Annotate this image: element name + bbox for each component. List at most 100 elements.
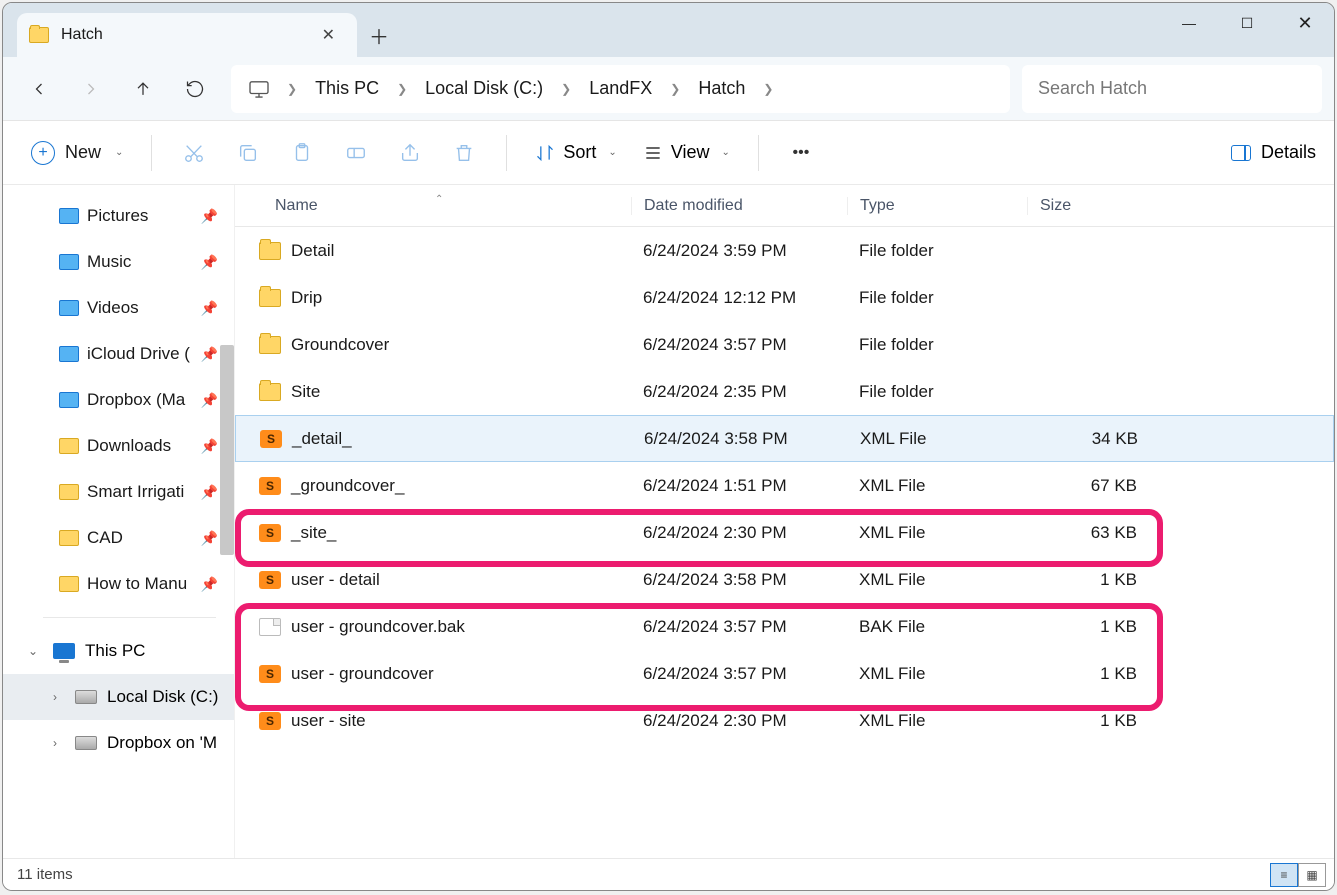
breadcrumb-item[interactable]: This PC bbox=[305, 74, 389, 103]
col-header-type[interactable]: Type bbox=[847, 197, 1027, 215]
file-type: File folder bbox=[847, 382, 1027, 402]
expand-icon[interactable]: ⌄ bbox=[23, 644, 43, 658]
folder-icon bbox=[59, 346, 79, 362]
file-date: 6/24/2024 2:30 PM bbox=[631, 523, 847, 543]
file-type: BAK File bbox=[847, 617, 1027, 637]
sidebar-item[interactable]: Smart Irrigati 📌 bbox=[3, 469, 234, 515]
maximize-button[interactable]: ☐ bbox=[1218, 3, 1276, 43]
file-row[interactable]: S_detail_6/24/2024 3:58 PMXML File34 KB bbox=[235, 415, 1334, 462]
chevron-icon[interactable]: ❯ bbox=[668, 82, 682, 96]
expand-icon[interactable]: › bbox=[45, 736, 65, 750]
details-label: Details bbox=[1261, 142, 1316, 163]
sidebar-item[interactable]: CAD📌 bbox=[3, 515, 234, 561]
search-input[interactable]: Search Hatch bbox=[1022, 65, 1322, 113]
sidebar-item[interactable]: How to Manu📌 bbox=[3, 561, 234, 607]
folder-icon bbox=[59, 254, 79, 270]
disk-icon bbox=[75, 736, 97, 750]
file-row[interactable]: Groundcover6/24/2024 3:57 PMFile folder bbox=[235, 321, 1334, 368]
thumbnails-view-button[interactable]: ▦ bbox=[1298, 863, 1326, 887]
tree-item[interactable]: › Local Disk (C:) bbox=[3, 674, 234, 720]
sidebar-item-label: Smart Irrigati bbox=[87, 482, 184, 502]
file-row[interactable]: Suser - site6/24/2024 2:30 PMXML File1 K… bbox=[235, 697, 1334, 744]
minimize-button[interactable]: — bbox=[1160, 3, 1218, 43]
file-row[interactable]: S_groundcover_6/24/2024 1:51 PMXML File6… bbox=[235, 462, 1334, 509]
file-row[interactable]: Detail6/24/2024 3:59 PMFile folder bbox=[235, 227, 1334, 274]
file-date: 6/24/2024 3:58 PM bbox=[632, 429, 848, 449]
sort-button[interactable]: Sort ⌄ bbox=[525, 136, 626, 169]
share-button[interactable] bbox=[386, 133, 434, 173]
tab-close-button[interactable]: ✕ bbox=[314, 21, 343, 49]
back-button[interactable] bbox=[15, 65, 63, 113]
details-view-button[interactable]: ≡ bbox=[1270, 863, 1298, 887]
tree-item[interactable]: ›Dropbox on 'M bbox=[3, 720, 234, 766]
file-row[interactable]: S_site_6/24/2024 2:30 PMXML File63 KB bbox=[235, 509, 1334, 556]
breadcrumb-item[interactable]: LandFX bbox=[579, 74, 662, 103]
file-type: File folder bbox=[847, 335, 1027, 355]
file-name: user - groundcover bbox=[291, 664, 434, 684]
copy-button[interactable] bbox=[224, 133, 272, 173]
close-button[interactable]: ✕ bbox=[1276, 3, 1334, 43]
sidebar-item-label: Pictures bbox=[87, 206, 148, 226]
search-placeholder: Search Hatch bbox=[1038, 78, 1147, 99]
chevron-down-icon: ⌄ bbox=[722, 147, 730, 158]
sidebar-item[interactable]: Downloads📌 bbox=[3, 423, 234, 469]
separator bbox=[506, 135, 507, 171]
separator bbox=[151, 135, 152, 171]
chevron-icon[interactable]: ❯ bbox=[761, 82, 775, 96]
new-button[interactable]: + New ⌄ bbox=[21, 135, 133, 171]
xml-icon: S bbox=[259, 571, 281, 589]
file-type: XML File bbox=[847, 523, 1027, 543]
expand-icon[interactable]: › bbox=[45, 690, 65, 704]
chevron-icon[interactable]: ❯ bbox=[395, 82, 409, 96]
file-row[interactable]: Drip6/24/2024 12:12 PMFile folder bbox=[235, 274, 1334, 321]
col-header-name[interactable]: Name⌃ bbox=[235, 197, 631, 215]
file-date: 6/24/2024 3:57 PM bbox=[631, 664, 847, 684]
sidebar-item-label: Dropbox (Ma bbox=[87, 390, 185, 410]
pin-icon: 📌 bbox=[201, 530, 218, 547]
new-tab-button[interactable]: ＋ bbox=[357, 13, 401, 57]
rename-button[interactable] bbox=[332, 133, 380, 173]
scrollbar[interactable] bbox=[220, 345, 234, 555]
file-row[interactable]: user - groundcover.bak6/24/2024 3:57 PMB… bbox=[235, 603, 1334, 650]
file-row[interactable]: Site6/24/2024 2:35 PMFile folder bbox=[235, 368, 1334, 415]
details-button[interactable]: Details bbox=[1231, 142, 1316, 163]
up-button[interactable] bbox=[119, 65, 167, 113]
delete-button[interactable] bbox=[440, 133, 488, 173]
forward-button[interactable] bbox=[67, 65, 115, 113]
sidebar-item-label: Downloads bbox=[87, 436, 171, 456]
tab-current[interactable]: Hatch ✕ bbox=[17, 13, 357, 57]
cut-button[interactable] bbox=[170, 133, 218, 173]
folder-icon bbox=[259, 336, 281, 354]
chevron-icon[interactable]: ❯ bbox=[285, 82, 299, 96]
file-date: 6/24/2024 3:57 PM bbox=[631, 617, 847, 637]
breadcrumb-item[interactable]: Hatch bbox=[688, 74, 755, 103]
sidebar-item[interactable]: iCloud Drive (📌 bbox=[3, 331, 234, 377]
file-name: Site bbox=[291, 382, 320, 402]
xml-icon: S bbox=[259, 712, 281, 730]
file-name: Detail bbox=[291, 241, 334, 261]
file-date: 6/24/2024 3:58 PM bbox=[631, 570, 847, 590]
col-header-size[interactable]: Size bbox=[1027, 197, 1149, 215]
tree-item[interactable]: ⌄This PC bbox=[3, 628, 234, 674]
view-button[interactable]: View ⌄ bbox=[633, 136, 740, 169]
breadcrumb-item[interactable]: Local Disk (C:) bbox=[415, 74, 553, 103]
address-bar[interactable]: ❯ This PC ❯ Local Disk (C:) ❯ LandFX ❯ H… bbox=[231, 65, 1010, 113]
pin-icon: 📌 bbox=[201, 484, 218, 501]
sidebar-item[interactable]: Dropbox (Ma 📌 bbox=[3, 377, 234, 423]
file-row[interactable]: Suser - groundcover6/24/2024 3:57 PMXML … bbox=[235, 650, 1334, 697]
file-row[interactable]: Suser - detail6/24/2024 3:58 PMXML File1… bbox=[235, 556, 1334, 603]
tab-title: Hatch bbox=[61, 26, 314, 44]
toolbar: + New ⌄ Sort ⌄ View ⌄ ••• Details bbox=[3, 121, 1334, 185]
sidebar-item[interactable]: Music📌 bbox=[3, 239, 234, 285]
chevron-icon[interactable]: ❯ bbox=[559, 82, 573, 96]
refresh-button[interactable] bbox=[171, 65, 219, 113]
tree-item-label: Local Disk (C:) bbox=[107, 687, 218, 707]
pin-icon: 📌 bbox=[201, 392, 218, 409]
more-button[interactable]: ••• bbox=[777, 133, 825, 173]
sidebar-item[interactable]: Videos📌 bbox=[3, 285, 234, 331]
paste-button[interactable] bbox=[278, 133, 326, 173]
sidebar-item[interactable]: Pictures📌 bbox=[3, 193, 234, 239]
view-mode-switcher: ≡ ▦ bbox=[1270, 863, 1326, 887]
col-header-date[interactable]: Date modified bbox=[631, 197, 847, 215]
sidebar: Pictures📌Music📌Videos📌iCloud Drive (📌Dro… bbox=[3, 185, 235, 858]
